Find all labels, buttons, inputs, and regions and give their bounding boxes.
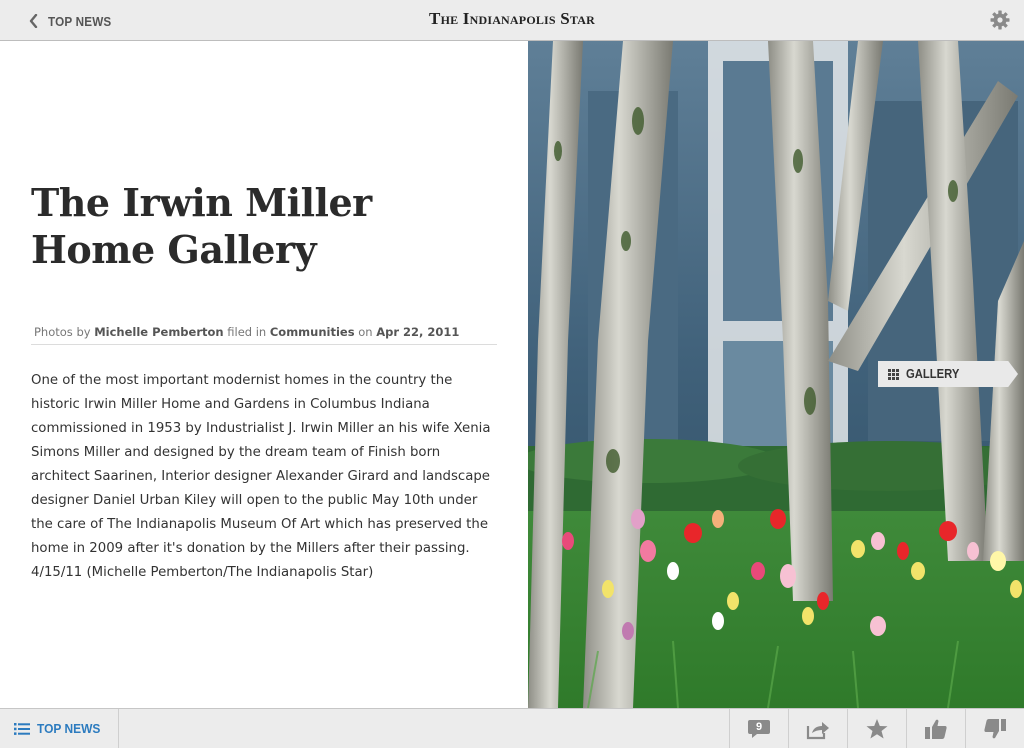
byline-date: Apr 22, 2011 <box>376 325 460 339</box>
share-icon <box>806 721 829 739</box>
masthead-logo: The Indianapolis Star <box>429 9 595 28</box>
list-icon <box>14 722 30 735</box>
like-button[interactable] <box>906 709 965 748</box>
comments-button[interactable]: 9 <box>729 709 788 748</box>
gallery-button[interactable]: GALLERY <box>878 361 1018 387</box>
dislike-button[interactable] <box>965 709 1024 748</box>
byline-section[interactable]: Communities <box>270 325 355 339</box>
gear-icon[interactable] <box>990 10 1010 30</box>
thumbs-up-icon <box>925 719 947 739</box>
article-body: One of the most important modernist home… <box>31 373 491 580</box>
gallery-label: GALLERY <box>906 367 960 381</box>
article-title: The Irwin Miller Home Gallery <box>31 180 372 272</box>
byline-prefix: Photos by <box>34 325 91 339</box>
top-bar: TOP NEWS The Indianapolis Star <box>0 0 1024 41</box>
star-icon <box>866 718 888 738</box>
grid-icon <box>888 369 899 380</box>
gallery-photo[interactable]: GALLERY <box>528 41 1024 708</box>
favorite-button[interactable] <box>847 709 906 748</box>
byline: Photos by Michelle Pemberton filed in Co… <box>31 325 497 345</box>
thumbs-down-icon <box>984 718 1006 738</box>
comment-count: 9 <box>755 721 763 733</box>
byline-filed-in: filed in <box>227 325 267 339</box>
share-button[interactable] <box>788 709 847 748</box>
top-news-label: TOP NEWS <box>37 721 101 736</box>
byline-on: on <box>358 325 373 339</box>
article-panel: The Irwin Miller Home Gallery Photos by … <box>0 41 528 708</box>
action-bar: 9 <box>729 709 1024 748</box>
bottom-bar: TOP NEWS 9 <box>0 708 1024 748</box>
byline-author[interactable]: Michelle Pemberton <box>94 325 223 339</box>
top-news-button[interactable]: TOP NEWS <box>0 709 119 748</box>
